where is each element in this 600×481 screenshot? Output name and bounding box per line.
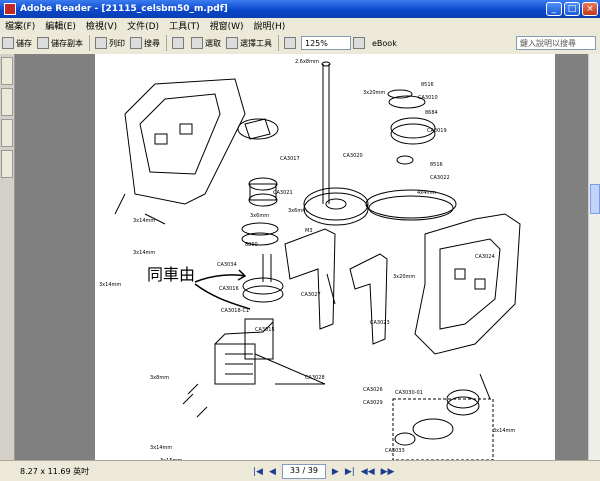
zoom-out-button[interactable]	[282, 34, 300, 52]
label-ca3034: CA3034	[217, 262, 237, 268]
label-3x14-e: 3x14mm	[493, 428, 515, 434]
scrollbar-thumb[interactable]	[590, 184, 600, 214]
cursor-icon	[191, 37, 203, 49]
search-button[interactable]: 搜尋	[128, 34, 162, 52]
page-navigation: |◀ ◀ 33 / 39 ▶ ▶| ◀◀ ▶▶	[250, 464, 397, 479]
label-ca3028: CA3028	[305, 375, 325, 381]
printer-icon	[95, 37, 107, 49]
save-copy-button[interactable]: 儲存副本	[35, 34, 85, 52]
label-ca3015: CA3015	[255, 327, 275, 333]
minimize-button[interactable]: _	[546, 2, 562, 16]
label-ca3022: CA3022	[430, 175, 450, 181]
layers-tab[interactable]	[1, 119, 13, 147]
back-button[interactable]: ◀◀	[361, 467, 375, 477]
label-ca3021: CA3021	[273, 190, 293, 196]
label-ca3027: CA3027	[301, 292, 321, 298]
label-8516-a: 8516	[421, 82, 434, 88]
handwritten-note: 同車由	[147, 265, 195, 284]
toolbar: 儲存 儲存副本 列印 搜尋 選取 選擇工具 125% eBook 鍵入說明以搜尋	[0, 32, 600, 55]
menu-bar: 檔案(F) 編輯(E) 檢視(V) 文件(D) 工具(T) 視窗(W) 說明(H…	[0, 18, 600, 32]
navigation-pane	[0, 54, 15, 460]
label-4x4: 4x4mm	[417, 190, 436, 196]
save-button[interactable]: 儲存	[0, 34, 34, 52]
label-screw-top: 2.6x8mm	[295, 59, 319, 65]
label-ca3026: CA3026	[363, 387, 383, 393]
forward-button[interactable]: ▶▶	[381, 467, 395, 477]
zoom-input[interactable]: 125%	[301, 36, 351, 50]
label-8860: 8860	[245, 242, 258, 248]
label-3x6-a: 3x6mm	[250, 213, 269, 219]
menu-window[interactable]: 視窗(W)	[205, 19, 249, 32]
label-3x8: 3x8mm	[150, 375, 169, 381]
status-bar: 8.27 x 11.69 英吋 |◀ ◀ 33 / 39 ▶ ▶| ◀◀ ▶▶	[0, 460, 600, 481]
save-icon	[2, 37, 14, 49]
snapshot-tool-button[interactable]: 選擇工具	[224, 34, 274, 52]
title-bar: Adobe Reader - [21115_celsbm50_m.pdf] _ …	[0, 0, 600, 18]
document-area[interactable]: 2.6x8mm CA3020 3x20mm 8516 CA3010 8684 C…	[15, 54, 588, 460]
label-ca3010: CA3010	[418, 95, 438, 101]
label-ca3023: CA3023	[370, 320, 390, 326]
zoom-out-icon	[284, 37, 296, 49]
vertical-scrollbar[interactable]	[588, 54, 600, 460]
hand-tool-button[interactable]	[170, 34, 188, 52]
zoom-in-button[interactable]	[351, 34, 369, 52]
label-ca3033: CA3033	[385, 448, 405, 454]
bookmarks-tab[interactable]	[1, 57, 13, 85]
menu-document[interactable]: 文件(D)	[122, 19, 164, 32]
label-3x6-b: 3x6mm	[288, 208, 307, 214]
pdf-page: 2.6x8mm CA3020 3x20mm 8516 CA3010 8684 C…	[95, 54, 555, 460]
first-page-button[interactable]: |◀	[253, 467, 263, 477]
menu-file[interactable]: 檔案(F)	[0, 19, 40, 32]
label-ca3016: CA3016	[219, 286, 239, 292]
maximize-button[interactable]: □	[564, 2, 580, 16]
menu-view[interactable]: 檢視(V)	[81, 19, 122, 32]
page-number-input[interactable]: 33 / 39	[281, 464, 326, 479]
label-ca3019: CA3019	[427, 128, 447, 134]
label-3x14-a: 3x14mm	[133, 218, 155, 224]
label-3x14-c: 3x14mm	[99, 282, 121, 288]
label-ca3030-01: CA3030-01	[395, 390, 423, 396]
select-button[interactable]: 選取	[189, 34, 223, 52]
window-title: Adobe Reader - [21115_celsbm50_m.pdf]	[20, 4, 228, 14]
label-m3: M3	[305, 228, 313, 234]
adobe-reader-icon	[4, 3, 16, 15]
menu-help[interactable]: 說明(H)	[249, 19, 291, 32]
page-size-indicator: 8.27 x 11.69 英吋	[20, 466, 90, 476]
label-3x14-d: 3x14mm	[150, 445, 172, 451]
disk-icon	[37, 37, 49, 49]
ebook-button[interactable]: eBook	[370, 34, 399, 52]
next-page-button[interactable]: ▶	[332, 467, 339, 477]
label-ca3024: CA3024	[475, 254, 495, 260]
label-8684: 8684	[425, 110, 438, 116]
label-3x20-mid: 3x20mm	[393, 274, 415, 280]
label-ca3017: CA3017	[280, 156, 300, 162]
signatures-tab[interactable]	[1, 150, 13, 178]
previous-page-button[interactable]: ◀	[269, 467, 276, 477]
label-8516-b: 8516	[430, 162, 443, 168]
label-3x14-b: 3x14mm	[133, 250, 155, 256]
zoom-in-icon	[353, 37, 365, 49]
label-ca3018-c1: CA3018-C1	[221, 308, 249, 314]
search-icon	[130, 37, 142, 49]
last-page-button[interactable]: ▶|	[345, 467, 355, 477]
label-ca3020: CA3020	[343, 153, 363, 159]
exploded-parts-diagram: 2.6x8mm CA3020 3x20mm 8516 CA3010 8684 C…	[99, 59, 521, 460]
hand-icon	[172, 37, 184, 49]
camera-icon	[226, 37, 238, 49]
menu-tools[interactable]: 工具(T)	[164, 19, 205, 32]
close-button[interactable]: ×	[582, 2, 598, 16]
label-3x20-top: 3x20mm	[363, 90, 385, 96]
menu-edit[interactable]: 編輯(E)	[40, 19, 81, 32]
label-ca3029: CA3029	[363, 400, 383, 406]
print-button[interactable]: 列印	[93, 34, 127, 52]
help-search-input[interactable]: 鍵入說明以搜尋	[516, 36, 596, 50]
pages-tab[interactable]	[1, 88, 13, 116]
